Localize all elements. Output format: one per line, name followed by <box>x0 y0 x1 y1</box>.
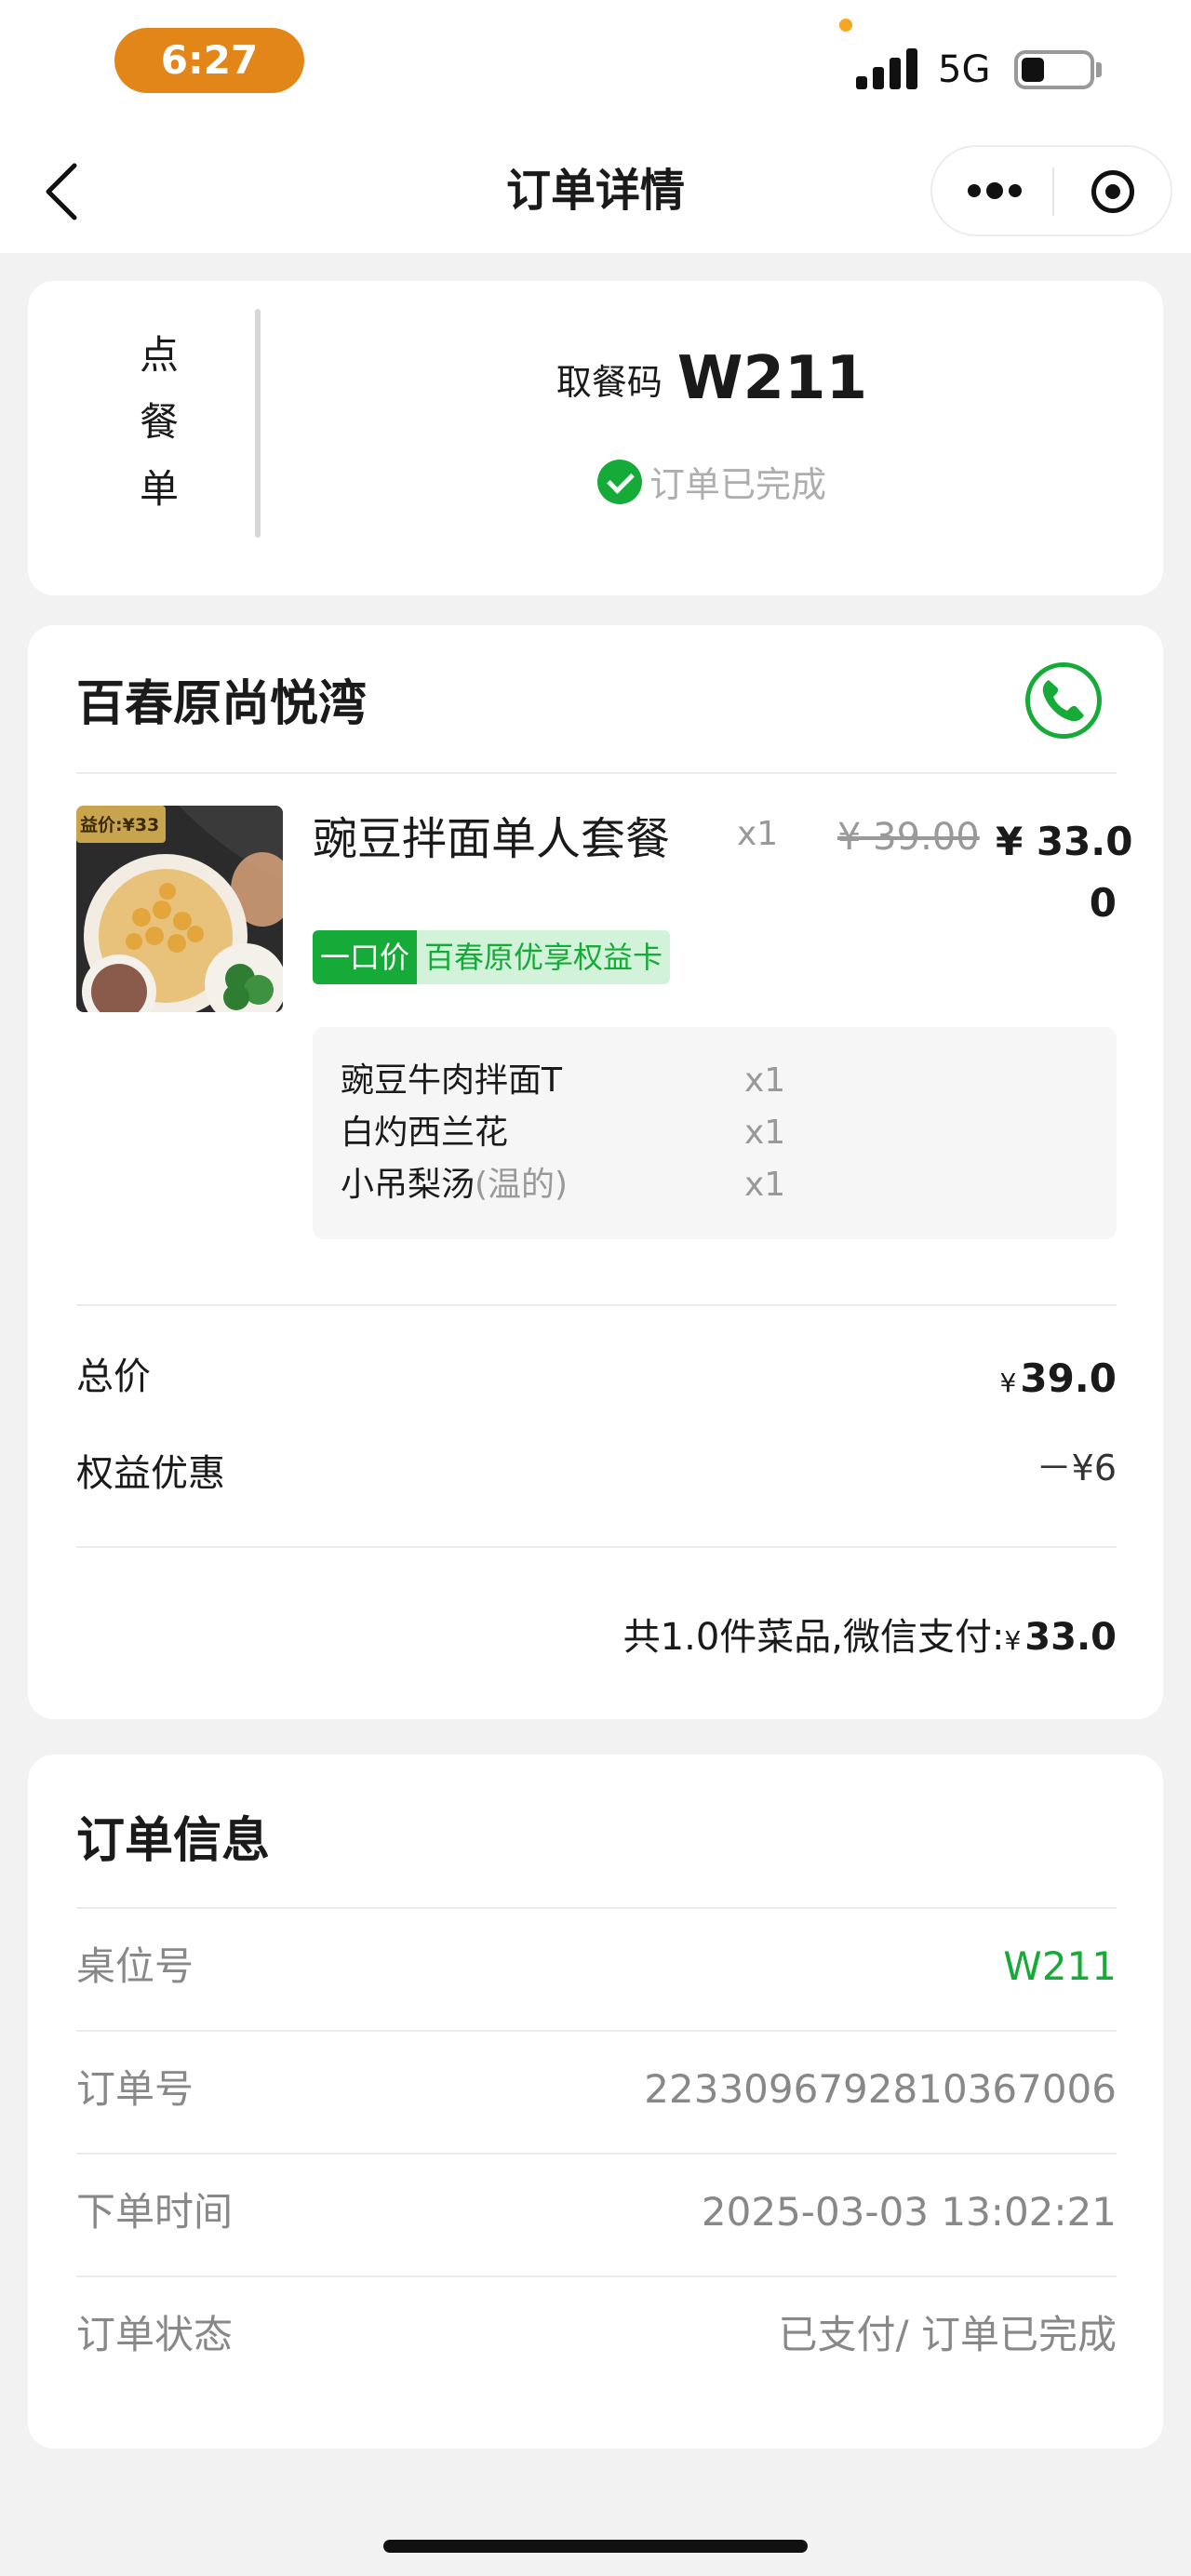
pickup-code: W211 <box>676 344 868 413</box>
divider <box>76 2276 1117 2277</box>
benefit-badge-text: 百春原优享权益卡 <box>417 930 671 984</box>
item-name: 豌豆拌面单人套餐 <box>313 813 671 865</box>
back-button[interactable] <box>37 156 89 227</box>
total-label: 总价 <box>76 1355 151 1398</box>
mini-program-capsule <box>930 145 1172 236</box>
order-detail-page: 6:27 5G 订单详情 点 餐 单 取餐码 W211 订单已完成 百春原尚悦湾… <box>0 0 1191 2576</box>
currency-symbol: ¥ <box>999 1368 1017 1398</box>
target-icon-center <box>1105 184 1120 199</box>
signal-icon <box>856 47 919 89</box>
discount-label: 权益优惠 <box>76 1452 225 1495</box>
item-price: ¥ 33.0 0 <box>996 811 1133 934</box>
phone-icon <box>1042 680 1084 722</box>
check-circle-icon <box>596 459 642 504</box>
pickup-card: 点 餐 单 取餐码 W211 订单已完成 <box>28 281 1163 595</box>
divider <box>76 2030 1117 2032</box>
set-meal-image: 益价:¥33 <box>76 806 283 1012</box>
top-bar: 6:27 5G 订单详情 <box>0 0 1191 253</box>
table-number-label: 桌位号 <box>76 1943 194 1989</box>
network-type: 5G <box>938 48 991 91</box>
order-tag-char: 单 <box>139 466 179 512</box>
order-time-value: 2025-03-03 13:02:21 <box>701 2189 1117 2235</box>
currency-symbol: ¥ <box>1004 1625 1022 1656</box>
item-original-price: ¥ 39.00 <box>837 816 980 859</box>
divider <box>76 1304 1117 1306</box>
page-title: 订单详情 <box>505 165 685 217</box>
order-status-row: 订单已完成 <box>261 456 1163 507</box>
more-button[interactable] <box>932 147 1052 234</box>
benefit-badge: 一口价 百春原优享权益卡 <box>313 930 671 984</box>
discount-value: －¥6 <box>1036 1448 1117 1488</box>
total-price: ¥39.0 <box>1000 1353 1117 1413</box>
order-number-label: 订单号 <box>76 2066 194 2112</box>
order-type-tag: 点 餐 单 <box>117 322 201 523</box>
order-number-value[interactable]: 2233096792810367006 <box>644 2063 1117 2116</box>
sub-item-qty: x1 <box>744 1061 786 1100</box>
divider <box>76 772 1117 774</box>
order-time-label: 下单时间 <box>76 2189 234 2235</box>
divider <box>76 1546 1117 1548</box>
store-name: 百春原尚悦湾 <box>76 676 368 732</box>
store-order-card: 百春原尚悦湾 益价:¥33 豌豆拌面单人套餐 x1 ¥ 39.00 ¥ 33.0… <box>28 625 1163 1719</box>
paid-amount: 33.0 <box>1024 1616 1117 1659</box>
payment-summary: 共1.0件菜品,微信支付:¥ 33.0 <box>623 1611 1117 1667</box>
battery-tip-icon <box>1096 62 1102 77</box>
divider <box>76 1907 1117 1909</box>
call-store-button[interactable] <box>1025 662 1102 739</box>
sub-item: 白灼西兰花 x1 <box>341 1107 1104 1159</box>
home-indicator[interactable] <box>383 2540 808 2553</box>
image-price-badge: 益价:¥33 <box>80 815 160 835</box>
sub-item: 小吊梨汤(温的) x1 <box>341 1159 1104 1211</box>
chevron-left-icon <box>46 163 77 220</box>
sub-item-qty: x1 <box>744 1114 786 1152</box>
order-tag-char: 餐 <box>139 399 179 445</box>
sub-item-name: 白灼西兰花 <box>341 1114 509 1152</box>
battery-icon <box>1014 50 1094 89</box>
order-info-card: 订单信息 桌位号 W211 订单号 2233096792810367006 下单… <box>28 1755 1163 2449</box>
sub-item-qty: x1 <box>744 1166 786 1204</box>
sub-item-name: 豌豆牛肉拌面T <box>341 1061 562 1100</box>
privacy-indicator-icon <box>839 19 852 32</box>
item-price-line: ¥ 33.0 <box>996 819 1133 864</box>
order-info-title: 订单信息 <box>76 1813 271 1869</box>
item-quantity: x1 <box>737 815 779 853</box>
payment-summary-text: 共1.0件菜品,微信支付: <box>622 1616 1005 1659</box>
pickup-code-row: 取餐码 W211 <box>261 344 1163 413</box>
divider <box>76 2153 1117 2155</box>
sub-item-name: 小吊梨汤 <box>341 1166 475 1204</box>
pickup-code-label: 取餐码 <box>555 362 662 403</box>
table-number-value: W211 <box>1003 1943 1117 1989</box>
set-meal-contents: 豌豆牛肉拌面T x1 白灼西兰花 x1 小吊梨汤(温的) x1 <box>313 1027 1117 1239</box>
order-state-value: 已支付/ 订单已完成 <box>778 2312 1117 2357</box>
benefit-badge-tag: 一口价 <box>313 930 418 984</box>
sub-item-note: (温的) <box>475 1166 569 1204</box>
order-state-label: 订单状态 <box>76 2312 234 2357</box>
item-price-line: 0 <box>1089 880 1117 926</box>
total-value: 39.0 <box>1020 1355 1117 1401</box>
sub-item: 豌豆牛肉拌面T x1 <box>341 1055 1104 1107</box>
order-status-text: 订单已完成 <box>649 464 826 505</box>
status-time: 6:27 <box>114 28 304 93</box>
order-tag-char: 点 <box>139 332 179 378</box>
close-mini-program-button[interactable] <box>1054 147 1171 234</box>
